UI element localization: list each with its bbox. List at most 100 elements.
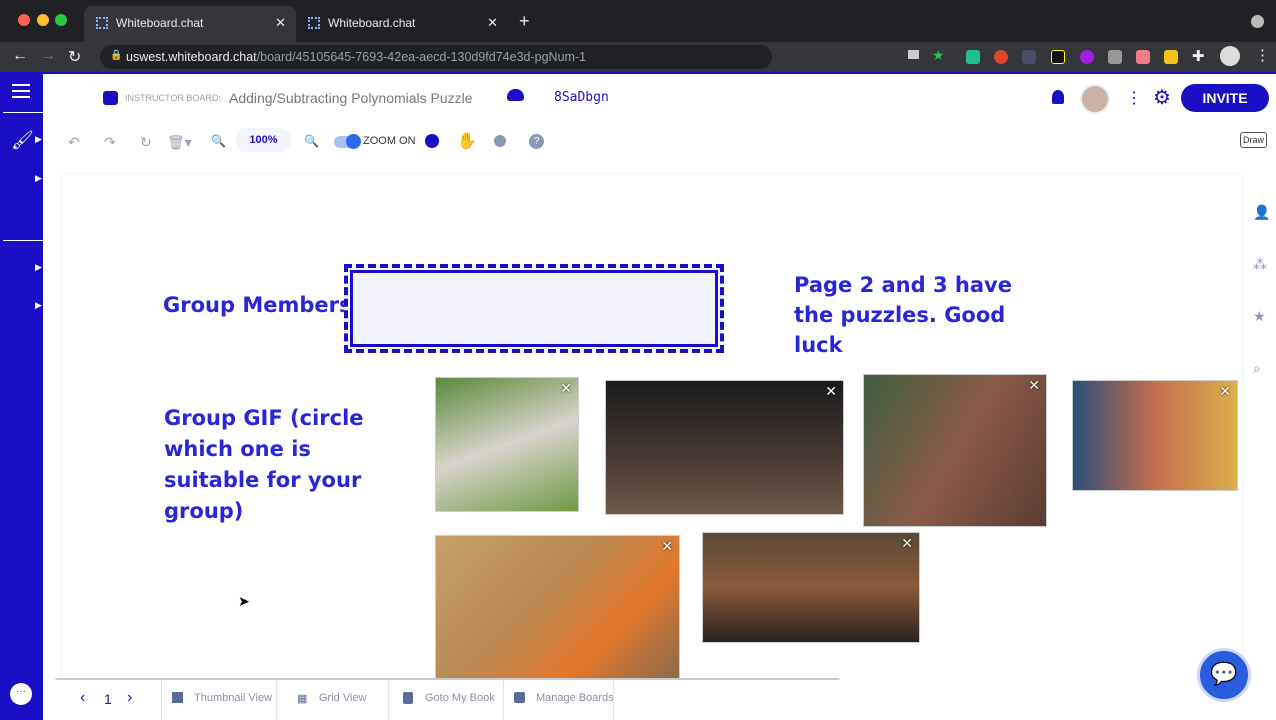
shapes-icon[interactable]: ⁂ bbox=[1253, 238, 1269, 290]
cloud-upload-icon[interactable] bbox=[507, 89, 524, 101]
prev-page-button[interactable]: ‹ bbox=[80, 689, 85, 707]
zoom-level: 100% bbox=[236, 128, 291, 152]
draw-mode-button[interactable]: Draw bbox=[1240, 132, 1268, 148]
tab-title: Whiteboard.chat bbox=[116, 16, 204, 30]
book-icon bbox=[403, 692, 413, 704]
url-path: /board/45105645-7693-42ea-aecd-130d9fd74… bbox=[256, 50, 587, 64]
extension-icon[interactable] bbox=[1051, 50, 1065, 64]
color-picker[interactable] bbox=[425, 134, 439, 148]
favorites-star-icon[interactable]: ★ bbox=[1253, 290, 1269, 342]
new-tab-button[interactable]: + bbox=[519, 11, 530, 32]
gif-prompt: Group GIF (circle which one is suitable … bbox=[164, 406, 364, 523]
extension-icon[interactable] bbox=[1080, 50, 1094, 64]
extensions-puzzle-icon[interactable]: ✚ bbox=[1192, 47, 1205, 65]
close-window-button[interactable] bbox=[18, 14, 30, 26]
user-avatar[interactable] bbox=[1080, 84, 1110, 114]
location-icon[interactable] bbox=[1052, 90, 1064, 104]
expand-arrow-icon[interactable]: ▶ bbox=[35, 262, 42, 273]
browser-tab-bar: Whiteboard.chat ✕ Whiteboard.chat ✕ + bbox=[0, 0, 1276, 42]
tab-search-icon[interactable] bbox=[1251, 15, 1264, 28]
remove-gif-icon[interactable]: ✕ bbox=[901, 535, 913, 552]
mouse-cursor-icon: ➤ bbox=[238, 593, 250, 609]
whiteboard-favicon-icon bbox=[308, 17, 320, 29]
thumbnail-label: Thumbnail View bbox=[194, 692, 273, 704]
whiteboard-favicon-icon bbox=[96, 17, 108, 29]
boards-icon bbox=[514, 692, 525, 703]
extension-icon[interactable] bbox=[1164, 50, 1178, 64]
gif-image[interactable]: ✕ bbox=[435, 535, 680, 680]
extension-icon[interactable] bbox=[1108, 50, 1122, 64]
redo-icon[interactable]: ↷ bbox=[104, 134, 116, 151]
trash-dropdown-icon[interactable]: 🗑▾ bbox=[167, 134, 192, 151]
grid-label: Grid View bbox=[319, 692, 367, 704]
gif-image[interactable]: ✕ bbox=[605, 380, 844, 515]
board-title[interactable]: Adding/Subtracting Polynomials Puzzle bbox=[229, 90, 473, 106]
remove-gif-icon[interactable]: ✕ bbox=[1219, 383, 1231, 400]
gif-image[interactable]: ✕ bbox=[435, 377, 579, 512]
browser-tab-1[interactable]: Whiteboard.chat ✕ bbox=[84, 6, 296, 42]
expand-arrow-icon[interactable]: ▶ bbox=[35, 173, 42, 184]
group-members-label: Group Members: bbox=[163, 293, 360, 317]
gif-image[interactable]: ✕ bbox=[1072, 380, 1238, 491]
footer-bar: ‹ 1 › Thumbnail View ▦ Grid View Goto My … bbox=[43, 680, 1243, 720]
remove-gif-icon[interactable]: ✕ bbox=[661, 538, 673, 555]
settings-gear-icon[interactable]: ⚙ bbox=[1153, 85, 1171, 110]
gif-image[interactable]: ✕ bbox=[863, 374, 1047, 527]
back-icon[interactable]: ← bbox=[12, 47, 28, 65]
undo-icon[interactable]: ↶ bbox=[68, 134, 80, 151]
thumbnail-view-button[interactable]: Thumbnail View bbox=[166, 692, 272, 704]
forward-icon[interactable]: → bbox=[40, 47, 56, 65]
zoom-out-icon[interactable]: 🔍 bbox=[304, 134, 319, 148]
camera-icon[interactable] bbox=[908, 50, 919, 59]
tab-title: Whiteboard.chat bbox=[328, 16, 416, 30]
zoom-in-icon[interactable]: 🔍 bbox=[211, 134, 226, 148]
zoom-toggle[interactable] bbox=[334, 134, 361, 149]
more-vert-icon[interactable]: ⋮ bbox=[1126, 88, 1142, 108]
bookmark-star-icon[interactable]: ★ bbox=[932, 47, 945, 64]
brush-tool-icon[interactable]: 🖌 bbox=[11, 130, 34, 151]
grid-icon: ▦ bbox=[297, 693, 308, 705]
extension-icon[interactable] bbox=[966, 50, 980, 64]
lock-icon: 🔒 bbox=[110, 50, 123, 61]
remove-gif-icon[interactable]: ✕ bbox=[1028, 377, 1040, 394]
user-panel-icon[interactable]: 👤 bbox=[1253, 186, 1270, 238]
page-number: 1 bbox=[104, 691, 112, 707]
timer-icon[interactable] bbox=[494, 135, 506, 147]
url-input[interactable]: 🔒 uswest.whiteboard.chat/board/45105645-… bbox=[100, 45, 945, 69]
search-icon[interactable]: ⌕ bbox=[1253, 342, 1269, 394]
minimize-window-button[interactable] bbox=[37, 14, 49, 26]
close-tab-icon[interactable]: ✕ bbox=[487, 15, 498, 31]
hand-pan-icon[interactable]: ✋ bbox=[457, 131, 477, 151]
gif-image[interactable]: ✕ bbox=[702, 532, 920, 643]
invite-button[interactable]: INVITE bbox=[1181, 84, 1269, 112]
goto-my-book-button[interactable]: Goto My Book bbox=[397, 692, 495, 704]
browser-tab-2[interactable]: Whiteboard.chat ✕ bbox=[296, 6, 508, 42]
extension-icon[interactable] bbox=[1022, 50, 1036, 64]
chat-button[interactable]: 💬 bbox=[1197, 648, 1251, 702]
browser-menu-icon[interactable]: ⋮ bbox=[1255, 46, 1270, 64]
extension-icon[interactable] bbox=[1136, 50, 1150, 64]
grid-view-button[interactable]: ▦ Grid View bbox=[291, 692, 367, 705]
remove-gif-icon[interactable]: ✕ bbox=[825, 383, 837, 400]
reload-icon[interactable]: ↻ bbox=[68, 47, 81, 67]
whiteboard-logo-icon bbox=[103, 91, 118, 105]
puzzle-note: Page 2 and 3 have the puzzles. Good luck bbox=[794, 273, 1012, 357]
manage-boards-button[interactable]: Manage Boards bbox=[508, 692, 614, 704]
refresh-icon[interactable]: ↻ bbox=[140, 134, 152, 151]
next-page-button[interactable]: › bbox=[127, 689, 132, 707]
maximize-window-button[interactable] bbox=[55, 14, 67, 26]
menu-hamburger-icon[interactable] bbox=[12, 84, 30, 98]
board-code: 8SaDbgn bbox=[554, 90, 609, 105]
remove-gif-icon[interactable]: ✕ bbox=[560, 380, 572, 397]
extension-icon[interactable] bbox=[994, 50, 1008, 64]
url-host: uswest.whiteboard.chat bbox=[126, 50, 257, 64]
profile-avatar[interactable] bbox=[1220, 46, 1240, 66]
more-options-button[interactable]: ··· bbox=[10, 683, 32, 705]
expand-arrow-icon[interactable]: ▶ bbox=[35, 134, 42, 145]
group-members-input-box[interactable] bbox=[344, 264, 724, 353]
help-icon[interactable]: ? bbox=[529, 134, 544, 149]
expand-arrow-icon[interactable]: ▶ bbox=[35, 300, 42, 311]
board-type-label: INSTRUCTOR BOARD: bbox=[125, 93, 221, 103]
close-tab-icon[interactable]: ✕ bbox=[275, 15, 286, 31]
address-bar-row: ← → ↻ 🔒 uswest.whiteboard.chat/board/451… bbox=[0, 42, 1276, 72]
